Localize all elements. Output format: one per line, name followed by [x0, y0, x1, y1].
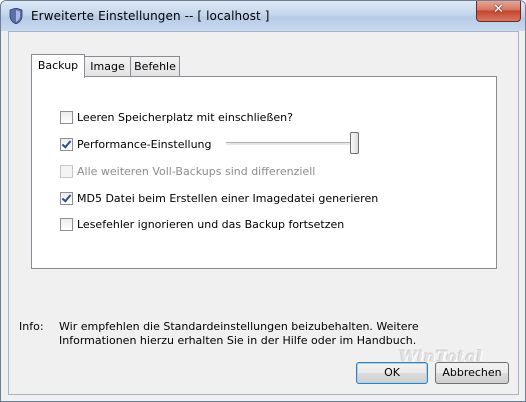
tab-image[interactable]: Image	[84, 56, 131, 76]
slider-track	[226, 142, 356, 146]
dialog-body: Backup Image Befehle Leeren Speicherplat…	[8, 31, 519, 395]
tab-befehle[interactable]: Befehle	[130, 56, 180, 76]
differential-label: Alle weiteren Voll-Backups sind differen…	[77, 164, 316, 178]
settings-dialog: Erweiterte Einstellungen -- [ localhost …	[0, 0, 526, 402]
include-free-space-checkbox[interactable]	[60, 110, 73, 124]
option-performance[interactable]: Performance-Einstellung	[60, 136, 212, 152]
option-include-free-space[interactable]: Leeren Speicherplatz mit einschließen?	[60, 109, 293, 125]
option-md5[interactable]: MD5 Datei beim Erstellen einer Imagedate…	[60, 190, 378, 206]
performance-slider[interactable]	[226, 131, 359, 155]
cancel-button[interactable]: Abbrechen	[435, 362, 509, 384]
md5-label: MD5 Datei beim Erstellen einer Imagedate…	[77, 191, 379, 205]
title-bar[interactable]: Erweiterte Einstellungen -- [ localhost …	[1, 1, 525, 31]
shield-icon	[9, 8, 23, 24]
window-title: Erweiterte Einstellungen -- [ localhost …	[31, 9, 270, 23]
tab-backup[interactable]: Backup	[31, 54, 85, 78]
performance-checkbox[interactable]	[60, 137, 73, 151]
option-ignore-read-errors[interactable]: Lesefehler ignorieren und das Backup for…	[60, 216, 344, 232]
option-differential: Alle weiteren Voll-Backups sind differen…	[60, 163, 315, 179]
info-label: Info:	[19, 320, 44, 333]
info-text: Wir empfehlen die Standardeinstellungen …	[59, 320, 419, 347]
backup-tab-panel: Leeren Speicherplatz mit einschließen? P…	[31, 76, 497, 269]
ignore-read-errors-label: Lesefehler ignorieren und das Backup for…	[77, 217, 345, 231]
ok-button[interactable]: OK	[356, 362, 428, 384]
close-icon: ✕	[493, 2, 504, 17]
md5-checkbox[interactable]	[60, 191, 73, 205]
close-button[interactable]: ✕	[476, 1, 521, 22]
slider-thumb[interactable]	[350, 132, 359, 154]
differential-checkbox	[60, 164, 73, 178]
performance-label: Performance-Einstellung	[77, 137, 212, 151]
ignore-read-errors-checkbox[interactable]	[60, 217, 73, 231]
include-free-space-label: Leeren Speicherplatz mit einschließen?	[77, 110, 293, 124]
